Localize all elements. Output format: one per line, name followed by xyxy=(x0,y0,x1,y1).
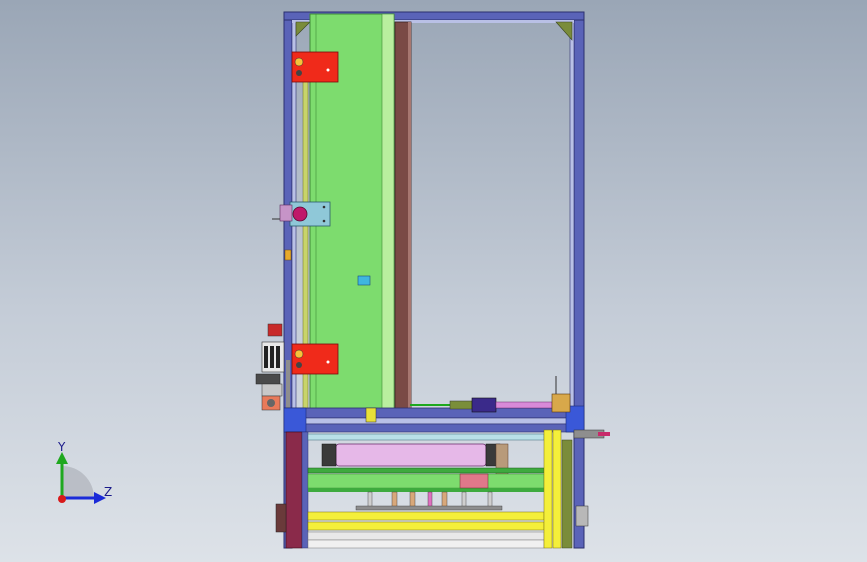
top-left-gusset xyxy=(295,21,311,37)
magenta-knob-icon xyxy=(292,206,308,222)
triad-quadrant xyxy=(62,466,94,498)
right-side-bracket xyxy=(573,429,610,439)
bracket-bolt-icon xyxy=(294,349,304,359)
top-right-gusset xyxy=(555,21,573,41)
bracket-bolt-icon xyxy=(294,57,304,67)
belt-strip-edge xyxy=(408,22,411,414)
y-axis-label: Y xyxy=(57,440,66,454)
right-upright xyxy=(573,11,585,549)
orange-tab xyxy=(284,249,292,261)
coordinate-triad: Y Z xyxy=(56,440,112,504)
green-panel-stripe xyxy=(381,13,395,415)
cad-viewport[interactable]: Y Z xyxy=(0,0,867,562)
base-beam xyxy=(283,405,585,433)
top-red-bracket xyxy=(291,51,339,83)
cyan-motor-bracket xyxy=(272,201,331,227)
bottom-red-bracket xyxy=(291,343,339,375)
blue-corner-left xyxy=(283,407,307,433)
z-axis-label: Z xyxy=(104,485,112,499)
panel-small-label xyxy=(357,275,371,286)
right-upright-inner xyxy=(569,19,575,411)
lower-section xyxy=(275,429,589,549)
pink-roller xyxy=(335,443,487,467)
x-axis-origin-icon xyxy=(58,495,66,503)
